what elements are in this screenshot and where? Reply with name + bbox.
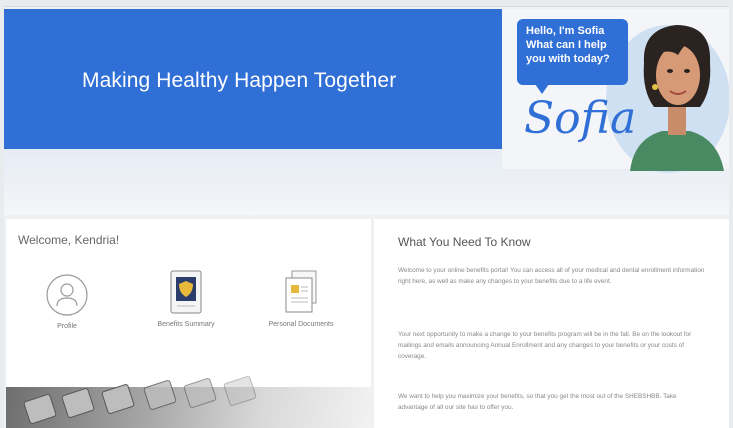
documents-icon — [285, 270, 317, 313]
profile-label: Profile — [57, 323, 77, 330]
assistant-name: Sofia — [524, 93, 637, 144]
personal-documents-label: Personal Documents — [268, 321, 334, 328]
virtual-assistant[interactable]: Hello, I'm Sofia What can I help you wit… — [502, 9, 729, 173]
profile-tile[interactable]: Profile — [12, 273, 122, 332]
assistant-greeting-bubble[interactable]: Hello, I'm Sofia What can I help you wit… — [517, 19, 628, 94]
benefits-summary-tile[interactable]: Benefits Summary — [131, 269, 241, 330]
benefits-shield-icon — [170, 270, 202, 314]
greeting-line: Hello, I'm Sofia — [526, 25, 605, 37]
hero-banner: Making Healthy Happen Together — [4, 9, 502, 149]
greeting-line: What can I help — [526, 39, 607, 51]
keyboard-photo — [6, 375, 371, 428]
hero-title: Making Healthy Happen Together — [82, 69, 397, 92]
info-paragraph: Your next opportunity to make a change t… — [398, 331, 692, 360]
personal-documents-tile[interactable]: Personal Documents — [251, 269, 351, 330]
what-you-need-to-know-card: What You Need To Know Welcome to your on… — [374, 219, 729, 428]
greeting-line: you with today? — [526, 53, 610, 65]
assistant-avatar — [630, 25, 724, 171]
info-paragraph: Welcome to your online benefits portal! … — [398, 267, 705, 285]
benefits-summary-label: Benefits Summary — [157, 321, 215, 328]
info-title: What You Need To Know — [398, 235, 531, 249]
welcome-card: Welcome, Kendria! Profile Benefits Summa… — [6, 219, 371, 387]
portal-page: Making Healthy Happen Together Hello, I'… — [4, 6, 729, 428]
info-paragraph: We want to help you maximize your benefi… — [398, 393, 677, 411]
welcome-title: Welcome, Kendria! — [18, 233, 120, 247]
profile-icon — [46, 274, 88, 316]
